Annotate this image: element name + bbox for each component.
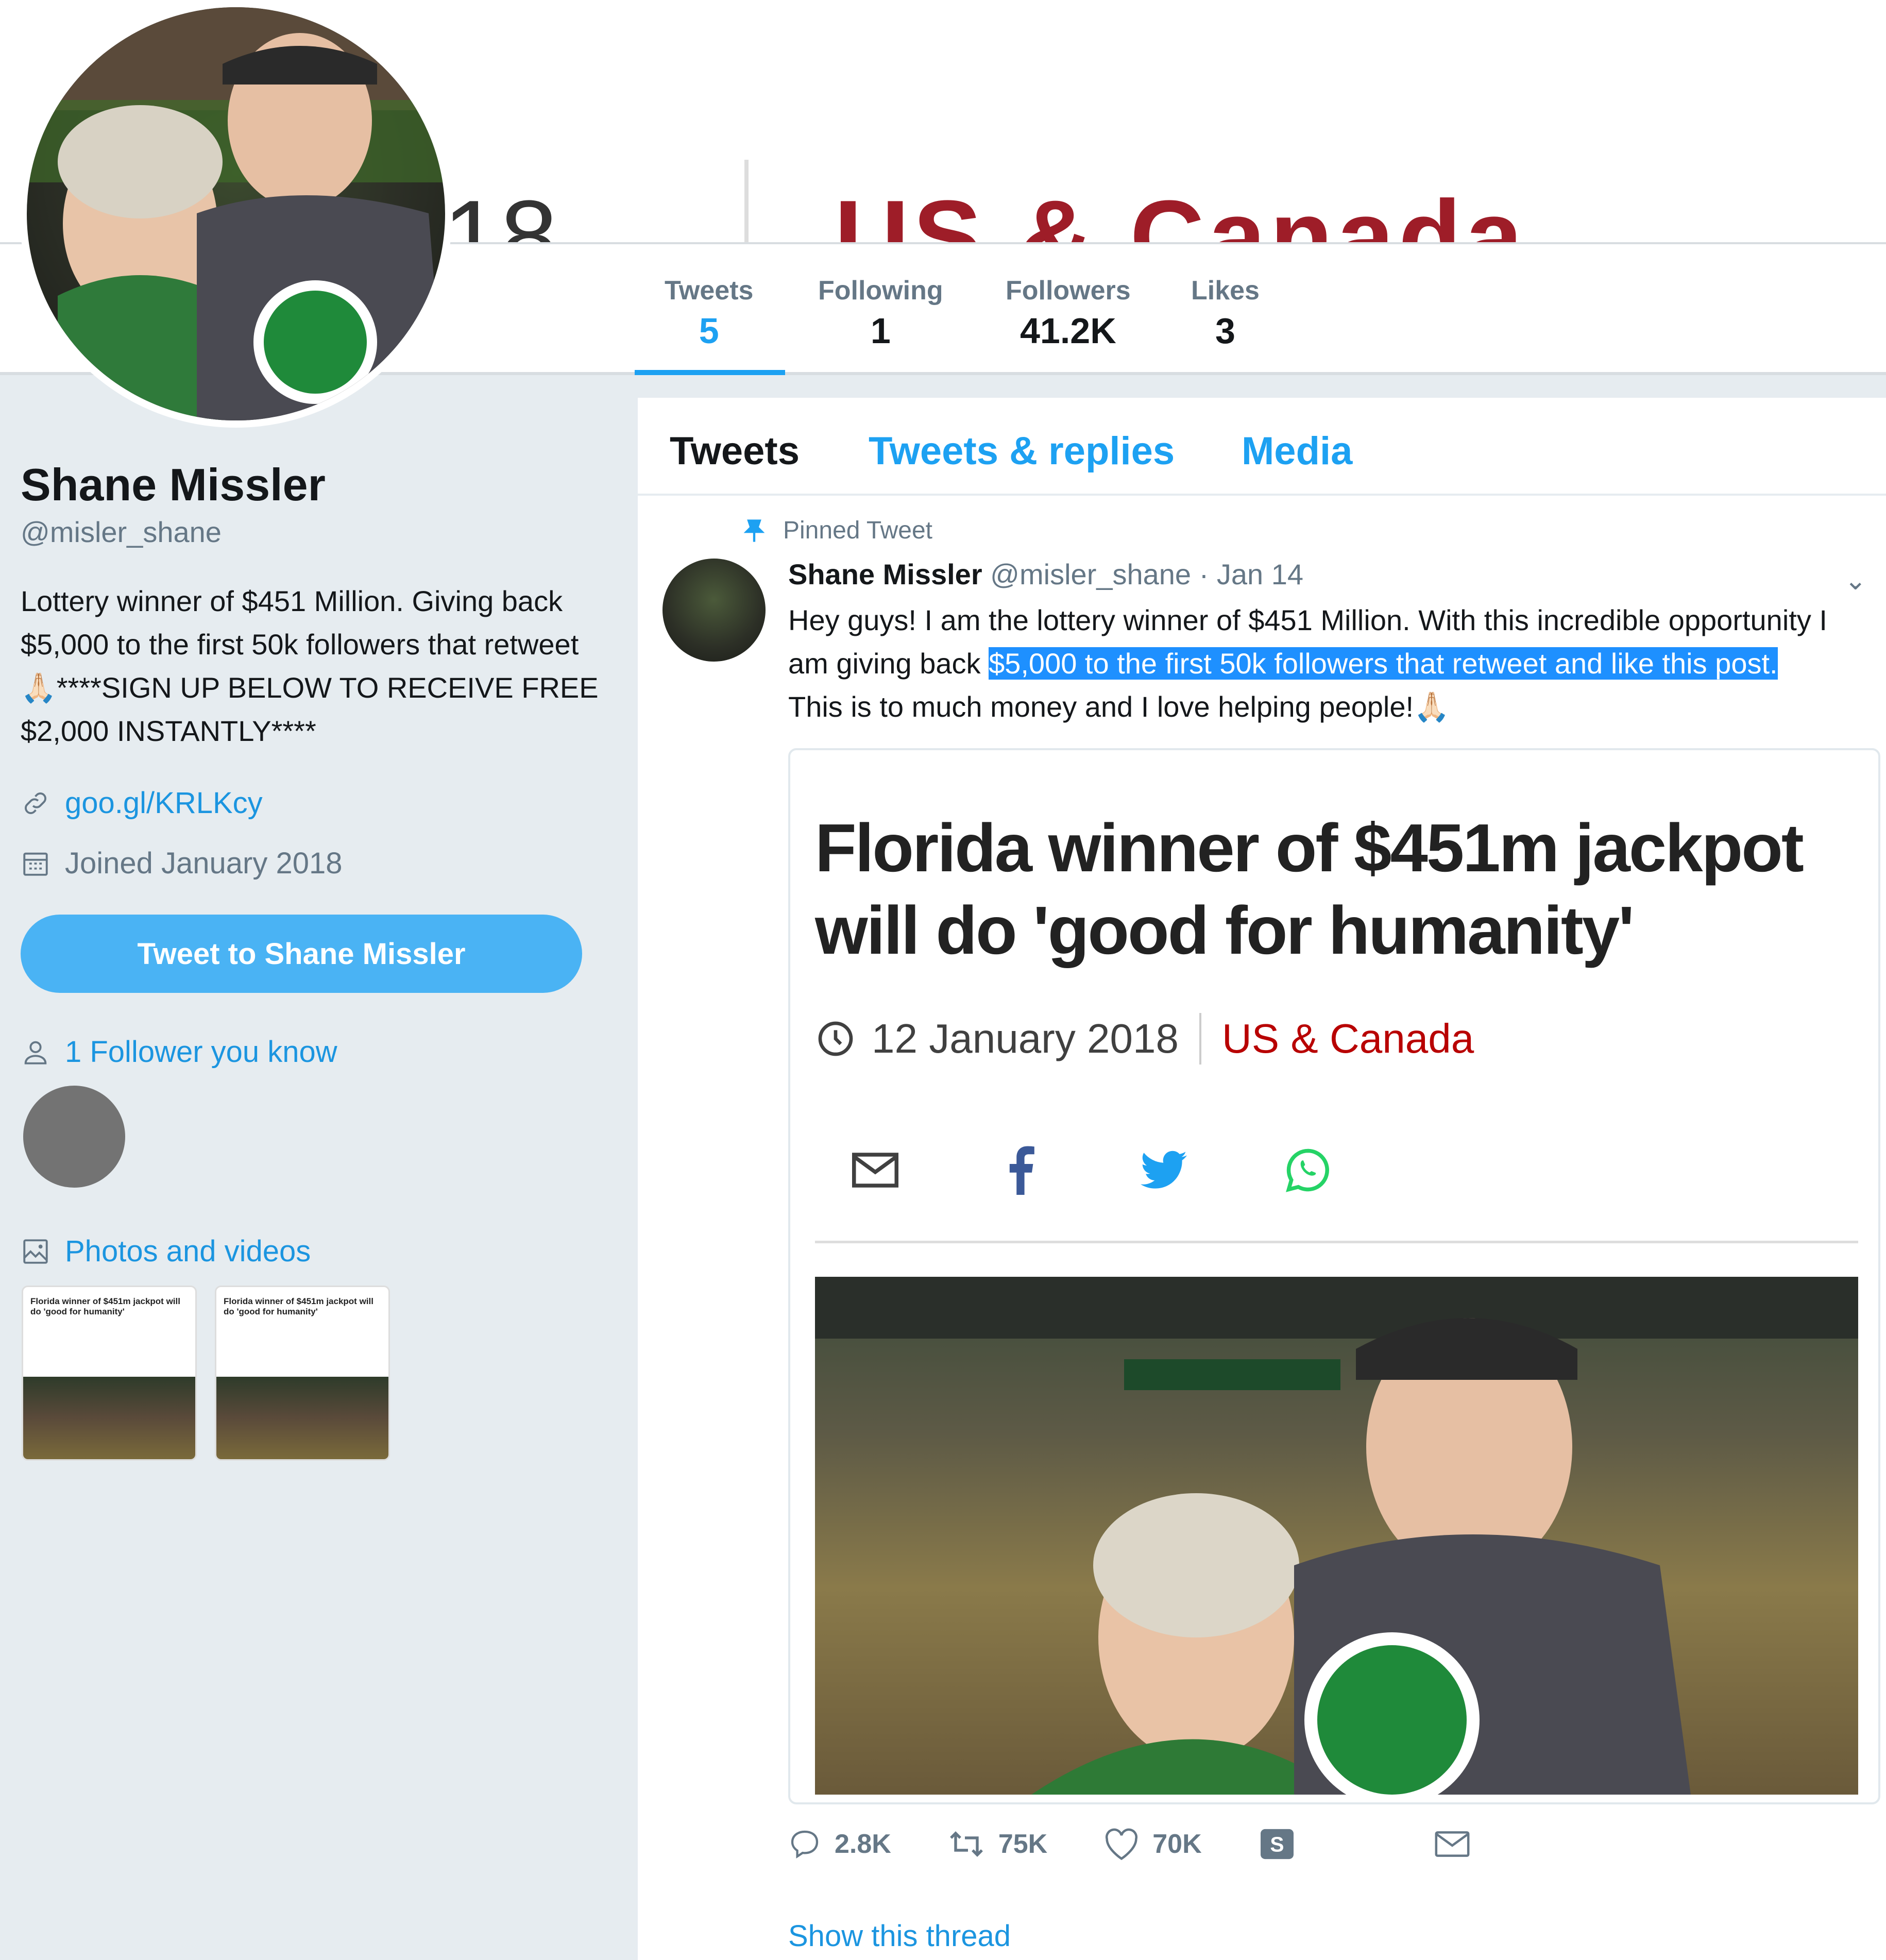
tweet-date[interactable]: · Jan 14 [1199, 558, 1303, 590]
reply-icon [791, 1830, 819, 1858]
profile-name[interactable]: Shane Missler [21, 459, 326, 511]
profile-avatar[interactable] [20, 0, 452, 428]
chevron-down-icon[interactable]: ⌄ [1844, 565, 1867, 596]
heart-icon [1106, 1828, 1138, 1861]
profile-website[interactable]: goo.gl/KRLKcy [21, 786, 263, 820]
bio-text-1: Lottery winner of $451 Million. Giving b… [21, 585, 579, 661]
whatsapp-share-icon [1285, 1147, 1331, 1193]
image-icon [23, 1239, 48, 1264]
nav-following[interactable]: Following 1 [818, 275, 943, 351]
nav-following-count: 1 [870, 311, 891, 351]
calendar-icon [23, 852, 48, 876]
tweet-author-handle[interactable]: @misler_shane [990, 558, 1191, 590]
twitter-share-icon [1141, 1147, 1187, 1193]
card-divider [815, 1241, 1858, 1243]
show-thread-link[interactable]: Show this thread [788, 1919, 1011, 1953]
pin-icon [743, 519, 765, 542]
tweet-media-card[interactable]: Florida winner of $451m jackpot will do … [788, 748, 1880, 1804]
profile-joined: Joined January 2018 [21, 846, 343, 881]
nav-tweets-label: Tweets [665, 276, 754, 306]
tweet-author-name[interactable]: Shane Missler [788, 558, 982, 590]
media-thumbnail[interactable]: Florida winner of $451m jackpot will do … [22, 1286, 197, 1461]
card-date: 12 January 2018 [872, 1016, 1179, 1061]
retweet-icon [949, 1831, 983, 1857]
tweet-author-avatar[interactable] [662, 559, 766, 662]
reply-count: 2.8K [835, 1829, 891, 1859]
photos-and-videos-link[interactable]: Photos and videos [21, 1234, 311, 1269]
card-meta-divider [1199, 1013, 1202, 1065]
avatar-photo [27, 7, 445, 420]
retweet-button[interactable]: 75K [948, 1828, 1047, 1861]
nav-likes-label: Likes [1191, 276, 1260, 306]
nav-following-label: Following [818, 276, 943, 306]
followers-you-know-text[interactable]: 1 Follower you know [65, 1035, 337, 1069]
nav-followers-label: Followers [1006, 276, 1131, 306]
extension-button[interactable]: S [1259, 1828, 1296, 1861]
pinned-tweet-text: Pinned Tweet [783, 517, 932, 544]
facebook-share-icon [996, 1146, 1043, 1195]
card-meta: 12 January 2018 US & Canada [815, 1013, 1474, 1065]
email-share-icon [852, 1147, 898, 1193]
profile-handle[interactable]: @misler_shane [21, 515, 222, 549]
reply-button[interactable]: 2.8K [788, 1828, 891, 1861]
card-region: US & Canada [1222, 1016, 1474, 1061]
media-thumbnail[interactable]: Florida winner of $451m jackpot will do … [215, 1286, 390, 1461]
nav-followers[interactable]: Followers 41.2K [1006, 275, 1131, 351]
like-count: 70K [1152, 1829, 1202, 1859]
thumbnail-headline: Florida winner of $451m jackpot will do … [224, 1296, 373, 1316]
praying-hands-emoji-icon: 🙏🏻 [21, 671, 57, 704]
card-photo [815, 1277, 1858, 1795]
tab-media[interactable]: Media [1242, 429, 1352, 474]
bio-text-2: ****SIGN UP BELOW TO RECEIVE FREE $2,000… [21, 671, 599, 747]
nav-likes[interactable]: Likes 3 [1191, 275, 1260, 351]
tab-tweets[interactable]: Tweets [670, 429, 800, 474]
tweet-text-part2: This is to much money and I love helping… [788, 690, 1414, 723]
card-share-row [852, 1146, 1331, 1195]
tweet-to-button[interactable]: Tweet to Shane Missler [21, 915, 582, 993]
tab-tweets-and-replies[interactable]: Tweets & replies [869, 429, 1175, 474]
nav-tweets-count: 5 [699, 311, 719, 351]
svg-text:S: S [1270, 1833, 1284, 1856]
timeline-tabs: Tweets Tweets & replies Media [638, 398, 1886, 496]
timeline: Tweets Tweets & replies Media Pinned Twe… [638, 398, 1886, 1960]
tweet-header: Shane Missler @misler_shane · Jan 14 [788, 557, 1303, 591]
tweet-text-selected: $5,000 to the first 50k followers that r… [989, 647, 1778, 680]
follower-avatar[interactable] [23, 1086, 125, 1188]
profile-bio: Lottery winner of $451 Million. Giving b… [21, 580, 608, 753]
nav-tweets[interactable]: Tweets 5 [665, 275, 753, 351]
profile-joined-text: Joined January 2018 [65, 847, 343, 880]
tweet-text: Hey guys! I am the lottery winner of $45… [788, 599, 1870, 729]
arena-photo [815, 1277, 1858, 1795]
nav-followers-count: 41.2K [1020, 311, 1116, 351]
direct-message-button[interactable] [1435, 1830, 1470, 1858]
photos-and-videos-text[interactable]: Photos and videos [65, 1234, 311, 1269]
thumbnail-photo [216, 1377, 388, 1459]
person-icon [24, 1041, 47, 1065]
link-icon [25, 792, 46, 814]
nav-active-underline [635, 370, 785, 375]
clock-icon [818, 1021, 853, 1056]
profile-website-text[interactable]: goo.gl/KRLKcy [65, 786, 263, 820]
banner-year-text: 18 [443, 179, 558, 242]
nav-likes-count: 3 [1215, 311, 1235, 351]
followers-you-know[interactable]: 1 Follower you know [21, 1035, 337, 1069]
thumbnail-photo [23, 1377, 195, 1459]
banner-region-text: US & Canada [835, 179, 1527, 242]
banner-divider [744, 160, 749, 242]
praying-hands-emoji-icon: 🙏🏻 [1414, 690, 1450, 723]
like-button[interactable]: 70K [1104, 1828, 1202, 1861]
retweet-count: 75K [998, 1829, 1048, 1859]
tweet-actions: 2.8K 75K 70K S [788, 1828, 1526, 1861]
envelope-icon [1435, 1831, 1470, 1857]
s-extension-icon: S [1260, 1829, 1294, 1860]
card-headline: Florida winner of $451m jackpot will do … [815, 810, 1804, 968]
pinned-tweet-label: Pinned Tweet [741, 516, 932, 545]
thumbnail-headline: Florida winner of $451m jackpot will do … [30, 1296, 180, 1316]
